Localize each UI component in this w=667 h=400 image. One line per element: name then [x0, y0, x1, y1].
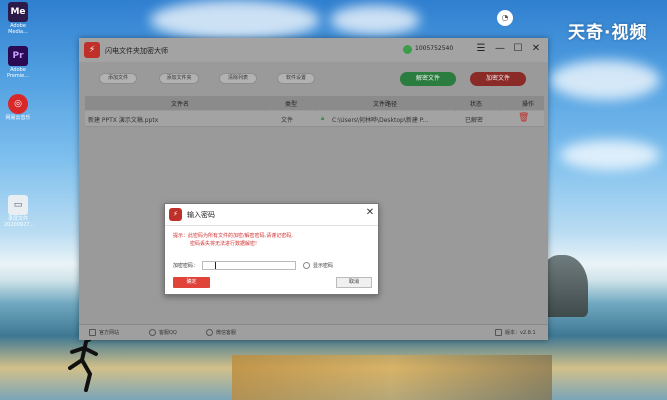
minimize-button[interactable]: —	[493, 42, 507, 56]
hint-line-1: 提示：此密码为所有文件的加密/解密密码,请谨记密码,	[173, 233, 293, 239]
desktop-icon-label: Adobe Media...	[8, 23, 28, 35]
show-password-radio[interactable]	[303, 262, 310, 269]
cloud	[330, 5, 420, 35]
user-id: 1005752540	[415, 45, 454, 52]
watermark-logo-icon: ◔	[497, 10, 513, 26]
password-input[interactable]	[202, 261, 296, 270]
column-header-status[interactable]: 状态	[466, 99, 486, 108]
cancel-button[interactable]: 取消	[336, 277, 372, 288]
decrypt-file-button[interactable]: 解密文件	[400, 72, 456, 86]
version-label: 版本：v2.8.1	[505, 330, 536, 336]
download-icon[interactable]	[495, 329, 502, 336]
password-hint: 提示：此密码为所有文件的加密/解密密码,请谨记密码, 密码丢失将无法进行数据解密…	[173, 232, 373, 248]
text-cursor	[215, 262, 216, 269]
file-status-cell: 已解密	[465, 117, 484, 124]
cloud	[550, 60, 660, 100]
app-logo-icon: ⚡	[84, 42, 100, 58]
hint-line-2: 密码丢失将无法进行数据解密!	[190, 241, 258, 247]
folder-icon: 🔒︎	[321, 115, 325, 122]
wechat-support-label: 微信客服	[216, 330, 237, 336]
menu-button[interactable]: ☰	[474, 42, 488, 56]
column-header-action[interactable]: 操作	[518, 99, 538, 108]
official-website-link[interactable]: 官方网站	[89, 329, 119, 336]
show-password-label[interactable]: 显示密码	[313, 262, 333, 269]
desktop-icon-netease-music[interactable]: ◎ 网易云音乐	[4, 94, 32, 121]
version-info: 版本：v2.8.1	[495, 329, 536, 336]
password-label: 加密密码：	[173, 263, 199, 269]
file-name-cell: 新建 PPTX 演示文稿.pptx	[88, 117, 159, 124]
desktop-icon-recording[interactable]: ▭ 录屏文件 20200927...	[4, 195, 35, 228]
cloud	[150, 0, 320, 40]
monitor-icon	[89, 329, 96, 336]
netease-music-icon: ◎	[8, 94, 28, 114]
cloud	[560, 140, 660, 170]
clear-list-button[interactable]: 清除列表	[219, 73, 257, 84]
add-file-button[interactable]: 添加文件	[99, 73, 137, 84]
qq-support-label: 客服QQ	[159, 330, 177, 336]
desktop-icon-label: 录屏文件 20200927...	[4, 216, 35, 228]
table-row[interactable]: 新建 PPTX 演示文稿.pptx 文件 🔒︎ C:\Users\何林晔\Des…	[85, 111, 544, 127]
close-button[interactable]: ✕	[529, 42, 543, 56]
password-dialog: ⚡ 输入密码 ✕ 提示：此密码为所有文件的加密/解密密码,请谨记密码, 密码丢失…	[164, 203, 379, 295]
column-header-path[interactable]: 文件路径	[370, 99, 400, 108]
encrypt-file-button[interactable]: 加密文件	[470, 72, 526, 86]
beach-reflection	[232, 355, 552, 400]
status-bar: 官方网站 客服QQ 微信客服 版本：v2.8.1	[79, 324, 548, 340]
desktop-icon-adobe-premiere[interactable]: Pr Adobe Premie...	[4, 46, 32, 79]
video-file-icon: ▭	[8, 195, 28, 215]
desktop-icon-label: 网易云音乐	[5, 115, 31, 121]
settings-button[interactable]: 软件设置	[277, 73, 315, 84]
qq-support-link[interactable]: 客服QQ	[149, 329, 177, 336]
qq-icon	[149, 329, 156, 336]
desktop-icon-label: Adobe Premie...	[6, 67, 30, 79]
column-header-filename[interactable]: 文件名	[165, 99, 195, 108]
wechat-support-link[interactable]: 微信客服	[206, 329, 236, 336]
adobe-media-icon: Me	[8, 2, 28, 22]
watermark: 天奇·视频	[568, 23, 648, 43]
column-header-type[interactable]: 类型	[281, 99, 301, 108]
wechat-user-icon	[403, 45, 412, 54]
wechat-icon	[206, 329, 213, 336]
dialog-logo-icon: ⚡	[169, 208, 182, 221]
title-bar: ⚡ 闪电文件夹加密大师 1005752540 ☰ — ☐ ✕	[79, 38, 548, 62]
maximize-button[interactable]: ☐	[511, 42, 525, 56]
close-icon[interactable]: ✕	[364, 207, 376, 218]
file-type-cell: 文件	[281, 117, 294, 124]
desktop-icon-adobe-media[interactable]: Me Adobe Media...	[4, 2, 32, 35]
dialog-divider	[165, 225, 378, 226]
delete-icon[interactable]: 🗑︎	[518, 113, 529, 123]
dialog-title: 输入密码	[187, 211, 215, 219]
add-folder-button[interactable]: 添加文件夹	[159, 73, 199, 84]
confirm-button[interactable]: 确定	[173, 277, 210, 288]
official-website-label: 官方网站	[99, 330, 120, 336]
adobe-premiere-icon: Pr	[8, 46, 28, 66]
app-title: 闪电文件夹加密大师	[105, 47, 168, 55]
file-path-cell: C:\Users\何林晔\Desktop\新建 P...	[332, 117, 429, 124]
person-silhouette	[68, 334, 98, 392]
